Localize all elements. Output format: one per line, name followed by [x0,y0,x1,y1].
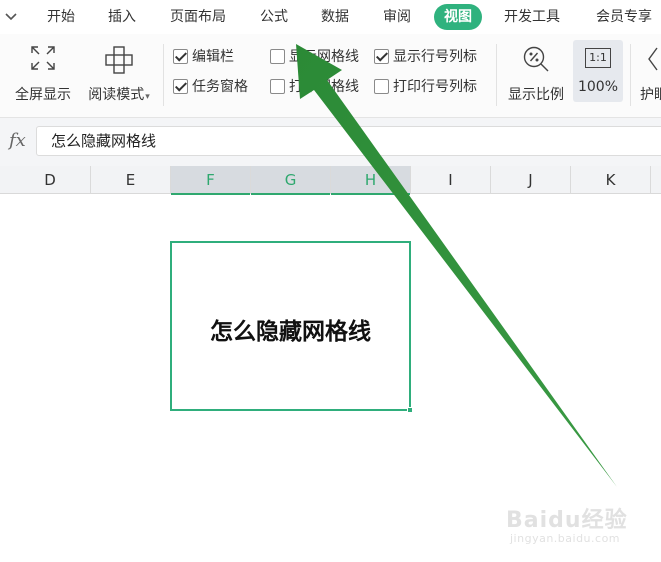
checkbox-unchecked-icon [270,48,285,64]
checkbox-checked-icon [374,48,389,64]
zoom-percent-icon [523,46,549,72]
column-headers: D E F G H I J K [0,166,661,195]
show-row-col-headers-label: 显示行号列标 [393,49,477,65]
checkbox-unchecked-icon [270,78,285,94]
fullscreen-icon [31,46,55,70]
eye-protection-label: 护眼 [640,87,661,103]
show-gridlines-label: 显示网格线 [289,49,359,65]
merged-cell-text: 怎么隐藏网格线 [210,318,371,345]
tab-insert[interactable]: 插入 [108,0,136,34]
fullscreen-label: 全屏显示 [15,87,71,103]
menu-bar: 开始 插入 页面布局 公式 数据 审阅 视图 开发工具 会员专享 [0,0,661,34]
show-row-col-headers-checkbox[interactable]: 显示行号列标 [374,46,477,66]
checkbox-checked-icon [173,48,188,64]
tab-start[interactable]: 开始 [47,0,75,34]
reading-mode-button[interactable]: 阅读模式▾ [82,40,156,106]
task-pane-checkbox[interactable]: 任务窗格 [173,76,248,96]
column-header-j[interactable]: J [491,166,571,194]
ribbon-divider [496,44,497,106]
checkbox-checked-icon [173,78,188,94]
chevron-down-icon[interactable]: ▾ [145,92,150,102]
eye-protection-icon [648,47,658,71]
tab-review[interactable]: 审阅 [383,0,411,34]
formula-input[interactable]: 怎么隐藏网格线 [36,126,661,156]
print-gridlines-label: 打印网格线 [289,79,359,95]
column-header-g[interactable]: G [251,166,331,195]
reading-mode-icon [105,46,133,74]
tab-formulas[interactable]: 公式 [260,0,288,34]
checkbox-unchecked-icon [374,78,389,94]
zoom-100-label: 100% [577,79,619,95]
tab-developer-tools[interactable]: 开发工具 [504,0,560,34]
tab-view[interactable]: 视图 [434,4,482,30]
tab-member-exclusive[interactable]: 会员专享 [596,0,652,34]
task-pane-label: 任务窗格 [192,79,248,95]
column-header-d[interactable]: D [10,166,91,194]
print-row-col-headers-label: 打印行号列标 [393,79,477,95]
fill-handle[interactable] [407,407,413,413]
column-header-h[interactable]: H [331,166,411,195]
one-to-one-icon: 1:1 [585,48,611,68]
edit-bar-checkbox[interactable]: 编辑栏 [173,46,234,66]
column-header-k[interactable]: K [571,166,651,194]
column-header-i[interactable]: I [411,166,491,194]
fullscreen-button[interactable]: 全屏显示 [8,40,78,106]
ribbon-divider [163,44,164,106]
print-row-col-headers-checkbox[interactable]: 打印行号列标 [374,76,477,96]
watermark-main: Baidu经验 [506,508,628,533]
edit-bar-label: 编辑栏 [192,49,234,65]
column-header-f[interactable]: F [171,166,251,195]
show-gridlines-checkbox[interactable]: 显示网格线 [270,46,359,66]
ribbon-view: 全屏显示 阅读模式▾ 编辑栏 任务窗格 显示网格线 打印网格线 显示行号列标 打… [0,34,661,118]
reading-mode-label: 阅读模式▾ [88,87,150,103]
zoom-ratio-button[interactable]: 显示比例 [503,40,569,106]
eye-protection-button[interactable]: 护眼 [637,40,661,106]
watermark-url: jingyan.baidu.com [510,532,621,545]
chevron-down-icon[interactable] [4,8,18,24]
formula-bar: fx 怎么隐藏网格线 [0,118,661,166]
column-header-e[interactable]: E [91,166,171,194]
baidu-watermark-logo: Baidu经验 jingyan.baidu.com [506,496,656,556]
tab-data[interactable]: 数据 [321,0,349,34]
print-gridlines-checkbox[interactable]: 打印网格线 [270,76,359,96]
zoom-ratio-label: 显示比例 [508,87,564,103]
ribbon-divider [630,44,631,106]
fx-icon[interactable]: fx [9,130,26,151]
tab-page-layout[interactable]: 页面布局 [170,0,226,34]
zoom-100-button[interactable]: 1:1 100% [573,40,623,102]
